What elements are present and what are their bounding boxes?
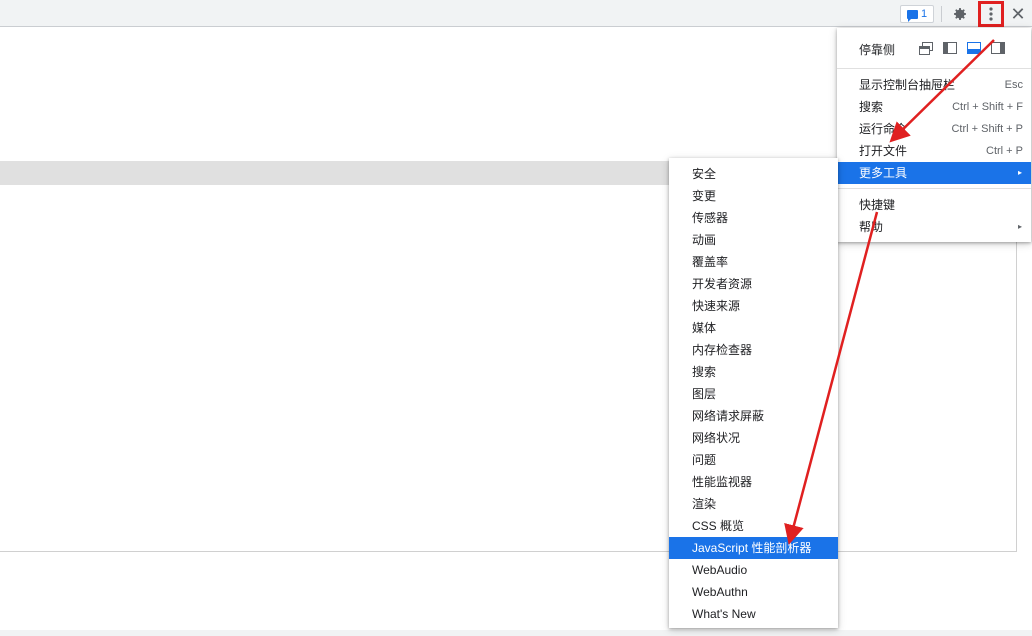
devtools-toolbar [0, 0, 1032, 27]
submenu-item[interactable]: 内存检查器 [669, 339, 838, 361]
submenu-item[interactable]: 快速来源 [669, 295, 838, 317]
issues-count: 1 [920, 8, 928, 20]
menu-item-more-tools[interactable]: 更多工具 ▸ [837, 162, 1031, 184]
menu-item-shortcut: Ctrl + Shift + F [952, 101, 1023, 113]
more-tools-submenu: 安全 变更 传感器 动画 覆盖率 开发者资源 快速来源 媒体 内存检查器 搜索 … [669, 158, 838, 628]
menu-item-search[interactable]: 搜索 Ctrl + Shift + F [837, 96, 1031, 118]
submenu-item[interactable]: 图层 [669, 383, 838, 405]
submenu-item[interactable]: WebAuthn [669, 581, 838, 603]
customize-menu: 停靠侧 显示控制台抽屉栏 Esc 搜索 Ctrl + Shift + F 运行命… [837, 28, 1031, 242]
dock-right-icon[interactable] [990, 40, 1006, 56]
menu-item-shortcut: Ctrl + Shift + P [951, 123, 1023, 135]
menu-item-label: 更多工具 [859, 166, 908, 180]
submenu-item[interactable]: 安全 [669, 163, 838, 185]
dock-bottom-icon[interactable] [966, 40, 982, 56]
submenu-item-js-profiler[interactable]: JavaScript 性能剖析器 [669, 537, 838, 559]
dock-side-label: 停靠侧 [859, 43, 896, 57]
submenu-item[interactable]: 传感器 [669, 207, 838, 229]
submenu-item[interactable]: CSS 概览 [669, 515, 838, 537]
issues-badge[interactable]: 1 [900, 5, 934, 23]
gear-icon[interactable] [949, 3, 971, 25]
menu-item-open-file[interactable]: 打开文件 Ctrl + P [837, 140, 1031, 162]
three-dots-vertical-icon[interactable] [978, 1, 1004, 27]
submenu-item[interactable]: 问题 [669, 449, 838, 471]
menu-item-help[interactable]: 帮助 ▸ [837, 216, 1031, 238]
toolbar-divider [941, 6, 942, 22]
dock-side-row: 停靠侧 [837, 36, 1031, 60]
undock-icon[interactable] [918, 40, 934, 56]
chevron-right-icon: ▸ [1017, 168, 1022, 177]
bottom-strip [0, 630, 1032, 636]
submenu-item[interactable]: WebAudio [669, 559, 838, 581]
menu-divider [837, 68, 1031, 69]
submenu-item[interactable]: 覆盖率 [669, 251, 838, 273]
dock-left-icon[interactable] [942, 40, 958, 56]
close-icon[interactable]: ✕ [1007, 3, 1029, 25]
message-icon [906, 9, 918, 22]
submenu-item[interactable]: 变更 [669, 185, 838, 207]
menu-item-run-command[interactable]: 运行命令 Ctrl + Shift + P [837, 118, 1031, 140]
chevron-right-icon: ▸ [1017, 222, 1022, 231]
menu-item-label: 打开文件 [859, 144, 908, 158]
menu-divider [837, 188, 1031, 189]
menu-item-label: 运行命令 [859, 122, 908, 136]
menu-item-label: 快捷键 [859, 198, 896, 212]
submenu-item[interactable]: What's New [669, 603, 838, 625]
submenu-item[interactable]: 搜索 [669, 361, 838, 383]
submenu-item[interactable]: 媒体 [669, 317, 838, 339]
submenu-item[interactable]: 网络状况 [669, 427, 838, 449]
menu-item-console-drawer[interactable]: 显示控制台抽屉栏 Esc [837, 74, 1031, 96]
menu-item-shortcut: Ctrl + P [986, 145, 1023, 157]
menu-item-label: 搜索 [859, 100, 884, 114]
submenu-item[interactable]: 开发者资源 [669, 273, 838, 295]
submenu-item[interactable]: 渲染 [669, 493, 838, 515]
menu-item-label: 帮助 [859, 220, 884, 234]
submenu-item[interactable]: 动画 [669, 229, 838, 251]
menu-item-shortcuts[interactable]: 快捷键 [837, 194, 1031, 216]
submenu-item[interactable]: 网络请求屏蔽 [669, 405, 838, 427]
menu-item-shortcut: Esc [1004, 79, 1023, 91]
menu-item-label: 显示控制台抽屉栏 [859, 78, 956, 92]
submenu-item[interactable]: 性能监视器 [669, 471, 838, 493]
